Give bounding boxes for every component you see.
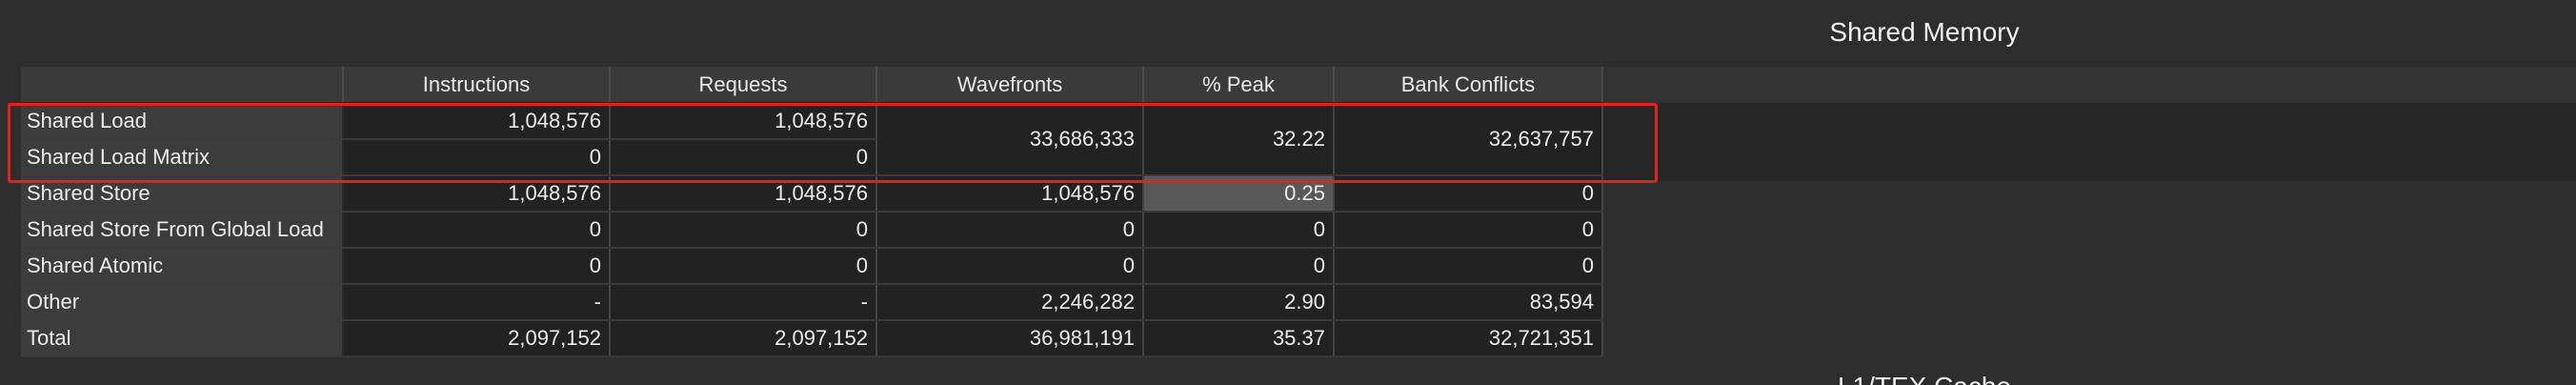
table-header-filler xyxy=(1602,67,2576,104)
cell-wavefronts: 36,981,191 xyxy=(876,319,1144,357)
cell-bank-conflicts: 32,721,351 xyxy=(1334,319,1603,357)
cell-requests: 0 xyxy=(610,212,877,249)
cell-peak: 35.37 xyxy=(1143,319,1335,357)
row-label: Shared Atomic xyxy=(21,248,344,285)
cell-wavefronts: 0 xyxy=(876,212,1144,249)
column-header-instructions[interactable]: Instructions xyxy=(343,67,611,104)
table-row-shared-store-from-global-load[interactable]: Shared Store From Global Load 0 0 0 0 0 xyxy=(21,212,1603,249)
cell-peak: 2.90 xyxy=(1143,284,1335,321)
table-row-filler xyxy=(1602,103,2576,181)
table-corner xyxy=(21,67,344,104)
cell-bank-conflicts: 0 xyxy=(1334,248,1603,285)
cell-bank-conflicts: 83,594 xyxy=(1334,284,1603,321)
cell-instructions: - xyxy=(343,284,611,321)
row-label: Shared Store From Global Load xyxy=(21,212,344,249)
cell-wavefronts: 2,246,282 xyxy=(876,284,1144,321)
next-section-title: L1/TEX Cache xyxy=(0,372,2576,385)
column-header-bank-conflicts[interactable]: Bank Conflicts xyxy=(1334,67,1603,104)
table-header-row: Instructions Requests Wavefronts % Peak … xyxy=(21,67,1603,104)
section-header xyxy=(0,0,2576,65)
column-header-requests[interactable]: Requests xyxy=(610,67,877,104)
shared-memory-panel: Shared Memory Instructions Requests Wave… xyxy=(0,0,2576,385)
cell-instructions: 0 xyxy=(343,248,611,285)
table-row-shared-atomic[interactable]: Shared Atomic 0 0 0 0 0 xyxy=(21,248,1603,285)
selection-highlight-outline xyxy=(8,103,1658,183)
cell-wavefronts: 0 xyxy=(876,248,1144,285)
cell-instructions: 2,097,152 xyxy=(343,319,611,357)
cell-peak: 0 xyxy=(1143,248,1335,285)
column-header-wavefronts[interactable]: Wavefronts xyxy=(876,67,1144,104)
cell-peak: 0 xyxy=(1143,212,1335,249)
row-label: Total xyxy=(21,319,344,357)
table-row-other[interactable]: Other - - 2,246,282 2.90 83,594 xyxy=(21,284,1603,321)
cell-instructions: 0 xyxy=(343,212,611,249)
cell-requests: 0 xyxy=(610,248,877,285)
cell-requests: - xyxy=(610,284,877,321)
cell-bank-conflicts: 0 xyxy=(1334,212,1603,249)
column-header-peak[interactable]: % Peak xyxy=(1143,67,1335,104)
row-label: Other xyxy=(21,284,344,321)
table-row-total[interactable]: Total 2,097,152 2,097,152 36,981,191 35.… xyxy=(21,319,1603,357)
cell-requests: 2,097,152 xyxy=(610,319,877,357)
